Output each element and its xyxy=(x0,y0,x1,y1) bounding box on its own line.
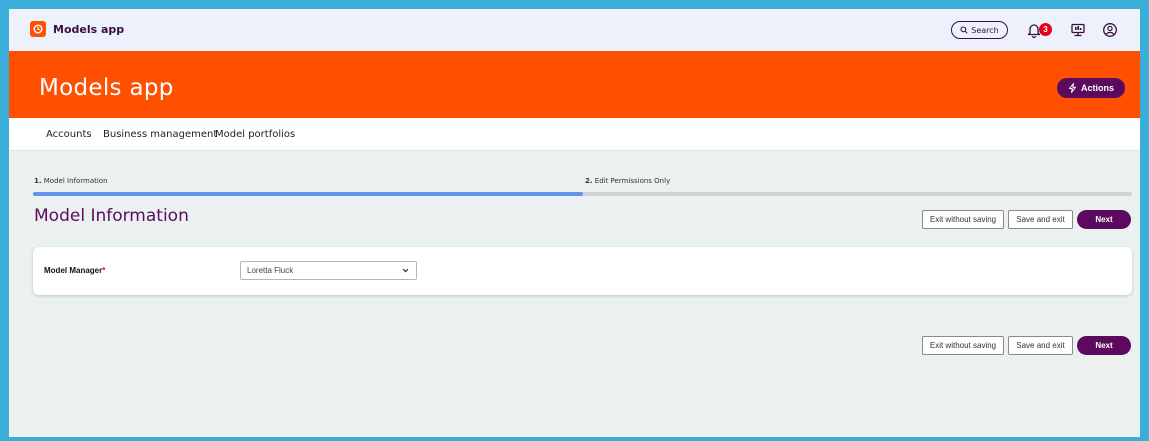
user-profile-icon[interactable] xyxy=(1102,22,1118,38)
step-2-label: 2. Edit Permissions Only xyxy=(585,177,671,185)
step-progress-fill xyxy=(33,192,583,196)
notification-badge: 3 xyxy=(1039,23,1052,36)
section-title: Model Information xyxy=(34,206,189,226)
app-frame: Models app Search 3 Models app Actions A… xyxy=(9,9,1140,437)
model-manager-value: Loretta Fluck xyxy=(247,266,294,275)
save-and-exit-button-bottom[interactable]: Save and exit xyxy=(1008,336,1073,355)
step-1-label: 1. Model Information xyxy=(34,177,108,185)
search-label: Search xyxy=(971,25,999,35)
model-information-card: Model Manager* Loretta Fluck xyxy=(33,247,1132,295)
app-name[interactable]: Models app xyxy=(53,23,124,36)
model-manager-select[interactable]: Loretta Fluck xyxy=(240,261,417,280)
top-navigation: Accounts Business management Model portf… xyxy=(9,118,1140,151)
actions-label: Actions xyxy=(1080,83,1114,93)
actions-button[interactable]: Actions xyxy=(1057,78,1125,98)
next-button[interactable]: Next xyxy=(1077,210,1131,229)
lightning-icon xyxy=(1068,83,1076,93)
monitor-icon[interactable] xyxy=(1070,22,1086,38)
search-icon xyxy=(960,26,968,34)
top-bar: Models app Search 3 xyxy=(9,9,1140,51)
search-button[interactable]: Search xyxy=(951,21,1008,39)
exit-without-saving-button-bottom[interactable]: Exit without saving xyxy=(922,336,1004,355)
nav-item-business-management[interactable]: Business management xyxy=(103,129,217,140)
next-button-bottom[interactable]: Next xyxy=(1077,336,1131,355)
save-and-exit-button[interactable]: Save and exit xyxy=(1008,210,1073,229)
exit-without-saving-button[interactable]: Exit without saving xyxy=(922,210,1004,229)
model-manager-label: Model Manager* xyxy=(44,266,106,275)
app-banner: Models app Actions xyxy=(9,51,1140,118)
step-progress-track xyxy=(33,192,1132,196)
chevron-down-icon xyxy=(402,268,409,273)
page-title: Models app xyxy=(39,75,174,101)
nav-item-accounts[interactable]: Accounts xyxy=(46,129,92,140)
app-logo-icon[interactable] xyxy=(30,21,46,37)
nav-item-model-portfolios[interactable]: Model portfolios xyxy=(215,129,295,140)
